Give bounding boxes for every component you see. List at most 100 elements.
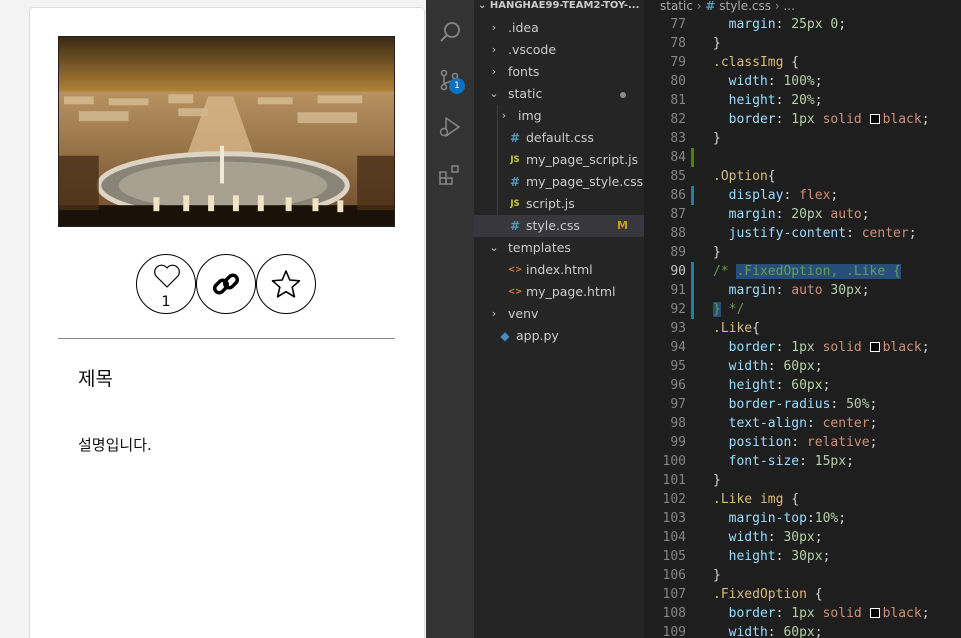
color-swatch-icon[interactable] [869, 342, 880, 352]
code-line[interactable]: 100 font-size: 15px; [644, 452, 961, 471]
code-line[interactable]: 89} [644, 243, 961, 262]
css-file-icon: # [509, 175, 521, 189]
like-button[interactable]: 1 [136, 254, 196, 314]
explorer-item[interactable]: # style.css M [474, 215, 644, 237]
code-line[interactable]: 96 height: 60px; [644, 376, 961, 395]
explorer-item[interactable]: ⌄ static [474, 83, 644, 105]
vscode-window: 1 ⌄ HANGHAE99-TEAM2-TOY-... › .idea › .vsco… [426, 0, 961, 638]
code-line[interactable]: 83} [644, 129, 961, 148]
bookmark-button[interactable] [256, 254, 316, 314]
code-line[interactable]: 87 margin: 20px auto; [644, 205, 961, 224]
code-line[interactable]: 105 height: 30px; [644, 547, 961, 566]
code-line[interactable]: 99 position: relative; [644, 433, 961, 452]
code-line[interactable]: 81 height: 20%; [644, 91, 961, 110]
extensions-icon[interactable] [438, 163, 462, 187]
breadcrumb-folder[interactable]: static [660, 0, 693, 13]
breadcrumb-file[interactable]: style.css [719, 0, 771, 13]
color-swatch-icon[interactable] [869, 114, 880, 124]
explorer-item[interactable]: JS script.js [474, 193, 644, 215]
code-line[interactable]: 97 border-radius: 50%; [644, 395, 961, 414]
code-line[interactable]: 101} [644, 471, 961, 490]
explorer-item-label: style.css [526, 218, 580, 233]
explorer-item[interactable]: › fonts [474, 61, 644, 83]
breadcrumb-symbol[interactable]: ... [783, 0, 794, 13]
code-line[interactable]: 78} [644, 34, 961, 53]
code-line[interactable]: 84 [644, 148, 961, 167]
modified-dot-icon [620, 92, 626, 98]
explorer-item[interactable]: ◆ app.py [474, 325, 644, 347]
code-text: width: 60px; [728, 625, 823, 638]
git-gutter-marker [691, 300, 694, 319]
explorer-item[interactable]: # default.css [474, 127, 644, 149]
explorer-item[interactable]: › .vscode [474, 39, 644, 61]
share-link-button[interactable] [196, 254, 256, 314]
line-number: 91 [670, 283, 686, 298]
explorer-item-label: default.css [526, 130, 594, 145]
color-swatch-icon[interactable] [869, 608, 880, 618]
code-line[interactable]: 98 text-align: center; [644, 414, 961, 433]
explorer-item[interactable]: › .idea [474, 17, 644, 39]
code-text: display: flex; [728, 188, 839, 203]
like-count: 1 [161, 294, 171, 310]
explorer-project-header[interactable]: ⌄ HANGHAE99-TEAM2-TOY-... [474, 0, 644, 14]
code-line[interactable]: 102 .Like img { [644, 490, 961, 509]
code-line[interactable]: 85 .Option{ [644, 167, 961, 186]
code-text: border-radius: 50%; [728, 397, 878, 412]
line-number: 94 [670, 340, 686, 355]
code-line[interactable]: 104 width: 30px; [644, 528, 961, 547]
code-line[interactable]: 79 .classImg { [644, 53, 961, 72]
code-line[interactable]: 86 display: flex; [644, 186, 961, 205]
line-number: 92 [670, 302, 686, 317]
code-line[interactable]: 107 .FixedOption { [644, 585, 961, 604]
explorer-item[interactable]: ⌄ templates [474, 237, 644, 259]
explorer-item[interactable]: # my_page_style.css [474, 171, 644, 193]
code-line[interactable]: 88 justify-content: center; [644, 224, 961, 243]
explorer-item[interactable]: JS my_page_script.js [474, 149, 644, 171]
code-text: height: 60px; [728, 378, 831, 393]
explorer-item[interactable]: <> my_page.html [474, 281, 644, 303]
code-line[interactable]: 92} */ [644, 300, 961, 319]
code-line[interactable]: 93 .Like{ [644, 319, 961, 338]
code-text: text-align: center; [728, 416, 878, 431]
line-number: 95 [670, 359, 686, 374]
code-line[interactable]: 109 width: 60px; [644, 623, 961, 638]
explorer-item[interactable]: › img [474, 105, 644, 127]
run-debug-icon[interactable] [438, 115, 462, 139]
chevron-right-icon: › [501, 109, 507, 122]
code-line[interactable]: 108 border: 1px solid black; [644, 604, 961, 623]
post-card: 1 제목 설명입니다. [29, 7, 425, 638]
code-text: width: 30px; [728, 530, 823, 545]
search-icon[interactable] [438, 20, 462, 44]
line-number: 86 [670, 188, 686, 203]
code-line[interactable]: 90 /* .FixedOption, .Like { [644, 262, 961, 281]
code-line[interactable]: 91 margin: auto 30px; [644, 281, 961, 300]
explorer-item[interactable]: <> index.html [474, 259, 644, 281]
html-file-icon: <> [508, 287, 523, 297]
breadcrumb: static › # style.css › ... [644, 0, 795, 14]
code-text: .Like{ [713, 321, 760, 336]
line-number: 81 [670, 93, 686, 108]
code-text: .Option{ [713, 169, 776, 184]
activity-bar: 1 [426, 0, 474, 638]
code-text: } [713, 36, 721, 51]
code-line[interactable]: 94 border: 1px solid black; [644, 338, 961, 357]
code-line[interactable]: 77 margin: 25px 0; [644, 15, 961, 34]
code-text: justify-content: center; [728, 226, 917, 241]
line-number: 105 [662, 549, 686, 564]
code-text: } [713, 568, 721, 583]
chevron-right-icon: › [491, 65, 497, 78]
code-line[interactable]: 106} [644, 566, 961, 585]
code-line[interactable]: 80 width: 100%; [644, 72, 961, 91]
css-file-icon: # [509, 219, 521, 233]
code-line[interactable]: 95 width: 60px; [644, 357, 961, 376]
code-line[interactable]: 82 border: 1px solid black; [644, 110, 961, 129]
code-line[interactable]: 103 margin-top:10%; [644, 509, 961, 528]
project-name: HANGHAE99-TEAM2-TOY-... [489, 0, 640, 11]
line-number: 103 [662, 511, 686, 526]
code-text: border: 1px solid black; [728, 340, 930, 355]
vatican-photo [59, 37, 394, 226]
explorer-item[interactable]: › venv [474, 303, 644, 325]
code-text: .FixedOption { [713, 587, 823, 602]
git-gutter-marker [691, 148, 694, 167]
link-icon [212, 273, 240, 295]
